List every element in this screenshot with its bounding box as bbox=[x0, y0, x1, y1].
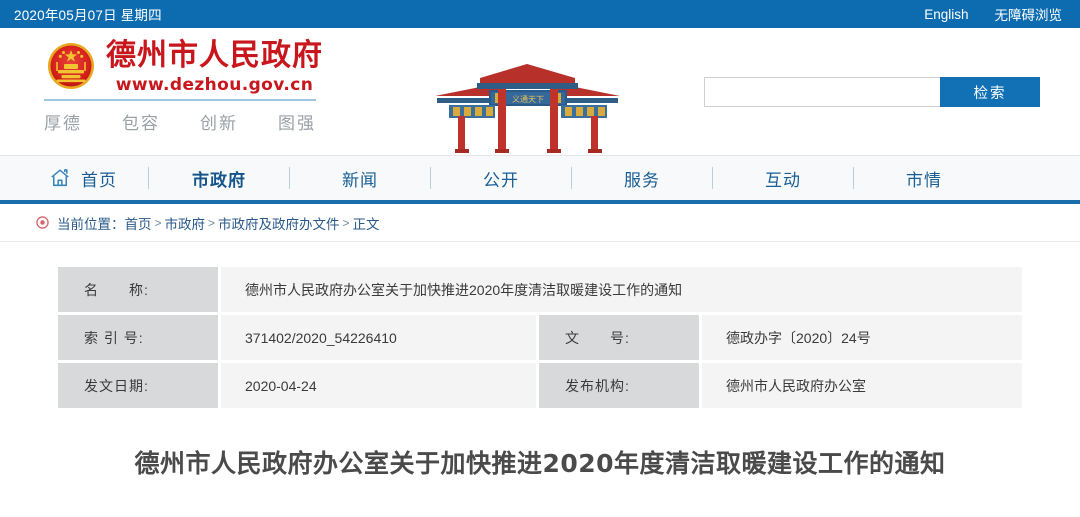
nav-item-services[interactable]: 服务 bbox=[572, 154, 712, 202]
nav-item-disclosure[interactable]: 公开 bbox=[431, 154, 571, 202]
search-button[interactable]: 检索 bbox=[940, 77, 1040, 107]
accessibility-link[interactable]: 无障碍浏览 bbox=[995, 4, 1063, 24]
location-pin-icon bbox=[36, 216, 49, 229]
breadcrumb-item-0[interactable]: 首页 bbox=[125, 213, 152, 233]
china-national-emblem-icon bbox=[44, 40, 98, 94]
nav-item-label-disclosure: 公开 bbox=[483, 170, 519, 190]
brand-slogan: 厚德 包容 创新 图强 bbox=[44, 109, 316, 134]
brand-divider bbox=[44, 99, 316, 101]
site-url: www.dezhou.gov.cn bbox=[115, 74, 314, 95]
nav-item-label-city-profile: 市情 bbox=[906, 170, 942, 190]
search-input[interactable] bbox=[704, 77, 940, 107]
info-value-index-number: 371402/2020_54226410 bbox=[221, 315, 536, 360]
site-title: 德州市人民政府 bbox=[106, 37, 323, 73]
nav-item-city-government[interactable]: 市政府 bbox=[149, 154, 289, 202]
site-brand[interactable]: 德州市人民政府 www.dezhou.gov.cn 厚德 包容 创新 图强 bbox=[44, 40, 334, 134]
brand-text: 德州市人民政府 www.dezhou.gov.cn bbox=[106, 37, 323, 95]
info-label-name: 名 称: bbox=[58, 267, 218, 312]
info-label-issuing-agency: 发布机构: bbox=[539, 363, 699, 408]
svg-text:义通天下: 义通天下 bbox=[512, 94, 544, 104]
home-icon bbox=[49, 167, 71, 189]
chinese-paifang-archway-image: 义通天下 bbox=[425, 56, 630, 156]
slogan-word-3: 创新 bbox=[200, 114, 238, 133]
site-header: 德州市人民政府 www.dezhou.gov.cn 厚德 包容 创新 图强 义通… bbox=[0, 28, 1080, 156]
info-label-issue-date: 发文日期: bbox=[58, 363, 218, 408]
sidebar-item-home[interactable]: 首页 bbox=[18, 154, 148, 202]
brand-top-row: 德州市人民政府 www.dezhou.gov.cn bbox=[44, 40, 334, 94]
main-navigation: 首页 市政府 新闻 公开 服务 互动 市情 bbox=[0, 156, 1080, 204]
table-row: 名 称: 德州市人民政府办公室关于加快推进2020年度清洁取暖建设工作的通知 bbox=[58, 267, 1023, 312]
nav-item-label-city-government: 市政府 bbox=[192, 170, 246, 190]
breadcrumb-item-1[interactable]: 市政府 bbox=[165, 213, 206, 233]
current-date: 2020年05月07日 星期四 bbox=[14, 8, 162, 23]
site-search: 检索 bbox=[704, 77, 1040, 107]
nav-item-label-home: 首页 bbox=[81, 170, 117, 190]
breadcrumb-separator: > bbox=[154, 215, 162, 230]
slogan-word-4: 图强 bbox=[278, 114, 316, 133]
table-row: 发文日期: 2020-04-24 发布机构: 德州市人民政府办公室 bbox=[58, 363, 1023, 408]
english-link[interactable]: English bbox=[924, 7, 968, 22]
document-info-table: 名 称: 德州市人民政府办公室关于加快推进2020年度清洁取暖建设工作的通知 索… bbox=[58, 264, 1023, 411]
nav-item-city-profile[interactable]: 市情 bbox=[854, 154, 994, 202]
document-content: 名 称: 德州市人民政府办公室关于加快推进2020年度清洁取暖建设工作的通知 索… bbox=[0, 242, 1080, 481]
info-value-issuing-agency: 德州市人民政府办公室 bbox=[702, 363, 1023, 408]
page-title: 德州市人民政府办公室关于加快推进2020年度清洁取暖建设工作的通知 bbox=[134, 449, 946, 478]
slogan-word-1: 厚德 bbox=[44, 114, 82, 133]
info-label-document-number: 文 号: bbox=[539, 315, 699, 360]
breadcrumb: 当前位置： 首页 > 市政府 > 市政府及政府办文件 > 正文 bbox=[0, 204, 1080, 242]
top-utility-bar: 2020年05月07日 星期四 English 无障碍浏览 bbox=[0, 0, 1080, 28]
breadcrumb-item-3[interactable]: 正文 bbox=[353, 213, 380, 233]
info-value-name: 德州市人民政府办公室关于加快推进2020年度清洁取暖建设工作的通知 bbox=[221, 267, 1023, 312]
info-value-document-number: 德政办字〔2020〕24号 bbox=[702, 315, 1023, 360]
nav-item-label-services: 服务 bbox=[624, 170, 660, 190]
info-value-issue-date: 2020-04-24 bbox=[221, 363, 536, 408]
breadcrumb-separator: > bbox=[208, 215, 216, 230]
nav-item-news[interactable]: 新闻 bbox=[290, 154, 430, 202]
nav-item-interaction[interactable]: 互动 bbox=[713, 154, 853, 202]
info-label-index-number: 索 引 号: bbox=[58, 315, 218, 360]
slogan-word-2: 包容 bbox=[122, 114, 160, 133]
nav-item-label-news: 新闻 bbox=[342, 170, 378, 190]
table-row: 索 引 号: 371402/2020_54226410 文 号: 德政办字〔20… bbox=[58, 315, 1023, 360]
breadcrumb-label: 当前位置： bbox=[57, 216, 125, 232]
top-links: English 无障碍浏览 bbox=[924, 4, 1062, 24]
nav-item-label-interaction: 互动 bbox=[765, 170, 801, 190]
breadcrumb-item-2[interactable]: 市政府及政府办文件 bbox=[218, 213, 340, 233]
breadcrumb-separator: > bbox=[342, 215, 350, 230]
